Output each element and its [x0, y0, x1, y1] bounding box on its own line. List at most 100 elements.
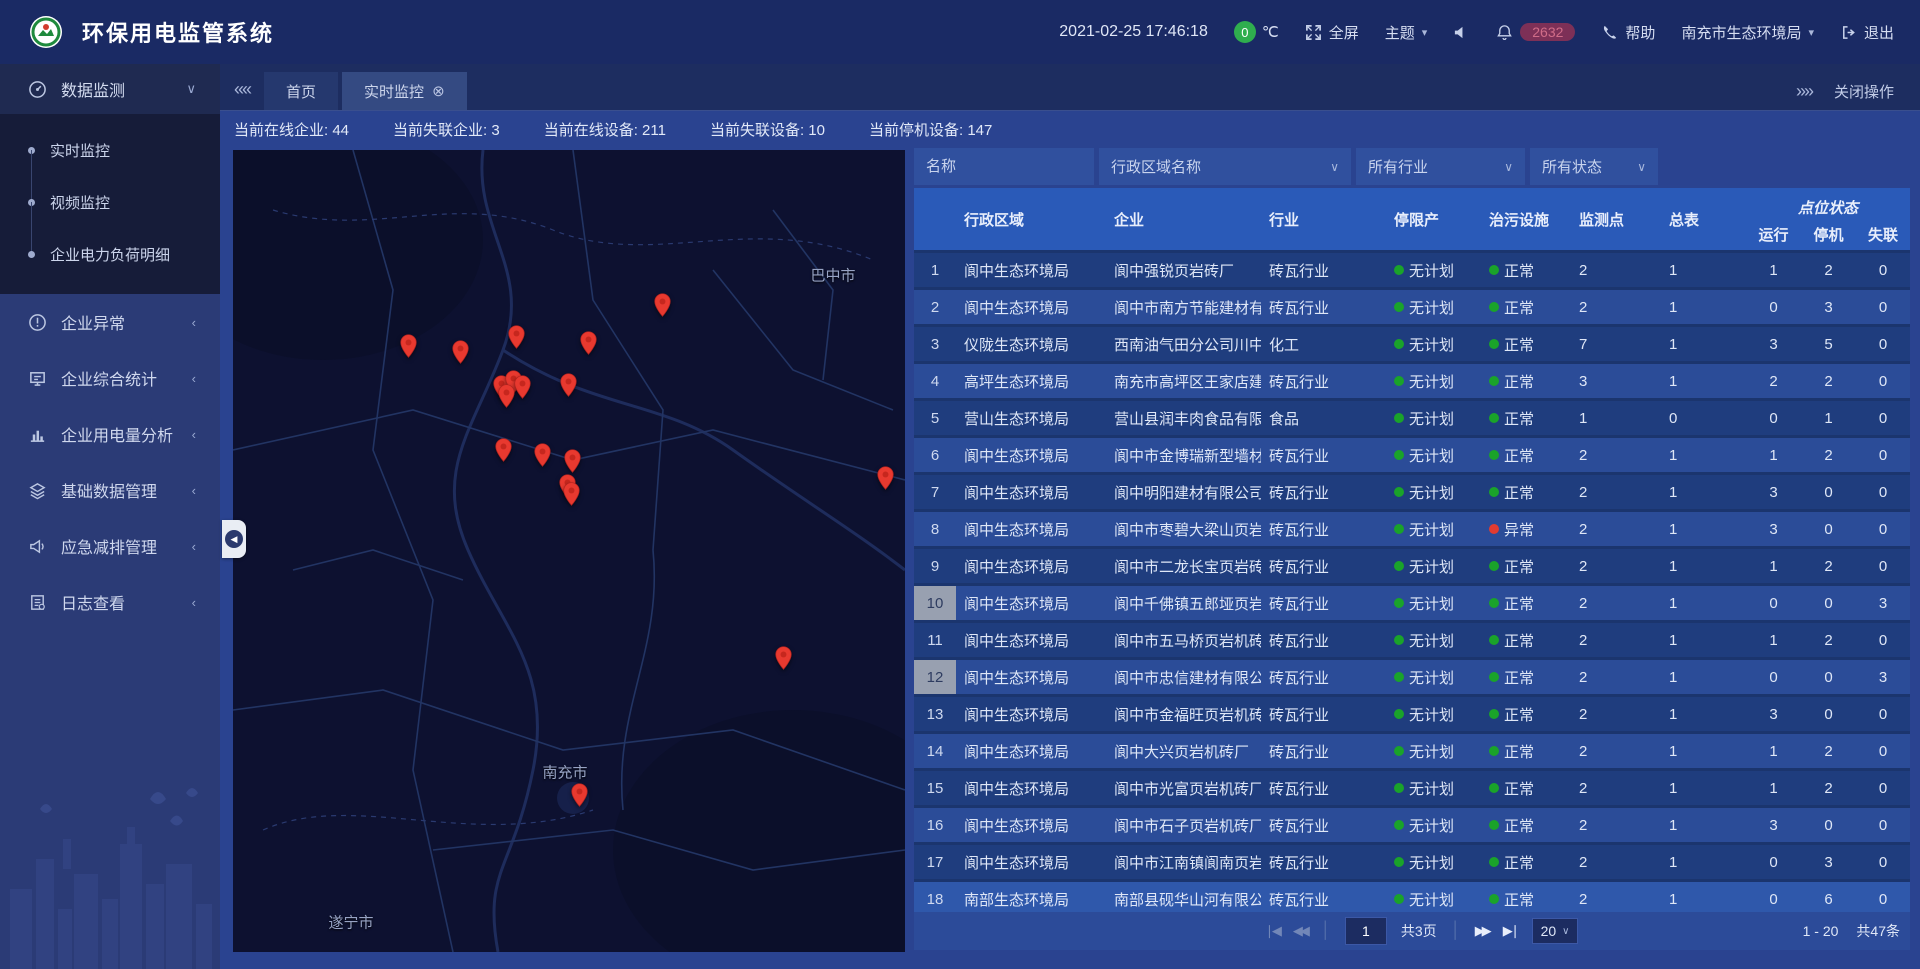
map-pin[interactable]: [508, 325, 525, 349]
map-pin[interactable]: [452, 340, 469, 364]
cell-stop: 0: [1801, 808, 1856, 842]
cell-meter: 1: [1661, 623, 1746, 657]
sidebar-item-数据监测[interactable]: 数据监测∨: [0, 64, 220, 114]
table-row[interactable]: 10阆中生态环境局阆中千佛镇五郎垭页岩砖瓦行业无计划正常21003: [914, 586, 1910, 623]
table-row[interactable]: 15阆中生态环境局阆中市光富页岩机砖厂砖瓦行业无计划正常21120: [914, 771, 1910, 808]
cell-treatment: 正常: [1481, 623, 1571, 657]
cell-company: 南充市高坪区王家店建: [1106, 364, 1261, 398]
cell-points: 2: [1571, 290, 1661, 324]
map-pin[interactable]: [564, 449, 581, 473]
tab-实时监控[interactable]: 实时监控⊗: [342, 72, 467, 110]
table-row[interactable]: 11阆中生态环境局阆中市五马桥页岩机砖砖瓦行业无计划正常21120: [914, 623, 1910, 660]
cell-company: 阆中市五马桥页岩机砖: [1106, 623, 1261, 657]
sidebar-collapse-handle[interactable]: ◀: [222, 520, 246, 558]
fullscreen-button[interactable]: 全屏: [1305, 22, 1359, 43]
sidebar-item-企业异常[interactable]: 企业异常‹: [0, 294, 220, 350]
cell-run: 1: [1746, 549, 1801, 583]
map-pin[interactable]: [534, 443, 551, 467]
cell-industry: 砖瓦行业: [1261, 549, 1386, 583]
chevron-left-icon: ‹: [192, 371, 196, 386]
map-pin[interactable]: [580, 331, 597, 355]
name-filter-input[interactable]: [914, 148, 1094, 185]
row-index: 4: [914, 364, 956, 398]
map-pin[interactable]: [498, 384, 515, 408]
map-pin[interactable]: [563, 482, 580, 506]
cell-region: 营山生态环境局: [956, 401, 1106, 435]
table-row[interactable]: 7阆中生态环境局阆中明阳建材有限公司砖瓦行业无计划正常21300: [914, 475, 1910, 512]
cell-limit-label: 无计划: [1409, 408, 1454, 429]
table-row[interactable]: 3仪陇生态环境局西南油气田分公司川中化工无计划正常71350: [914, 327, 1910, 364]
cell-points: 1: [1571, 401, 1661, 435]
table-row[interactable]: 4高坪生态环境局南充市高坪区王家店建砖瓦行业无计划正常31220: [914, 364, 1910, 401]
submenu-item-视频监控[interactable]: 视频监控: [0, 176, 220, 228]
table-row[interactable]: 6阆中生态环境局阆中市金博瑞新型墙材砖瓦行业无计划正常21120: [914, 438, 1910, 475]
bell-icon: [1496, 24, 1513, 41]
last-page-button[interactable]: ▶❘: [1503, 923, 1518, 939]
map-pin[interactable]: [514, 375, 531, 399]
cell-region: 高坪生态环境局: [956, 364, 1106, 398]
map-pin[interactable]: [571, 783, 588, 807]
status-dot-icon: [1489, 339, 1499, 349]
map-pin[interactable]: [877, 466, 894, 490]
next-page-button[interactable]: ▶▶: [1475, 923, 1489, 939]
prev-page-button[interactable]: ◀◀: [1293, 923, 1307, 939]
org-dropdown[interactable]: 南充市生态环境局▾: [1681, 22, 1814, 43]
status-dot-icon: [1394, 783, 1404, 793]
page-number-input[interactable]: [1345, 917, 1387, 945]
page-size-select[interactable]: 20∨: [1532, 918, 1579, 944]
city-skyline-decoration: [0, 769, 220, 969]
status-filter-select[interactable]: 所有状态∨: [1530, 148, 1658, 185]
tabs-scroll-left-button[interactable]: ««: [234, 79, 250, 100]
cell-company: 阆中市金博瑞新型墙材: [1106, 438, 1261, 472]
table-row[interactable]: 1阆中生态环境局阆中强锐页岩砖厂砖瓦行业无计划正常21120: [914, 253, 1910, 290]
map-pin[interactable]: [400, 334, 417, 358]
sidebar-item-日志查看[interactable]: 日志查看‹: [0, 574, 220, 630]
table-row[interactable]: 13阆中生态环境局阆中市金福旺页岩机砖砖瓦行业无计划正常21300: [914, 697, 1910, 734]
cell-limit-label: 无计划: [1409, 778, 1454, 799]
cell-stop: 1: [1801, 401, 1856, 435]
theme-dropdown[interactable]: 主题▾: [1385, 22, 1428, 43]
map-pin[interactable]: [560, 373, 577, 397]
tabs-scroll-right-button[interactable]: »»: [1796, 81, 1812, 102]
logout-button[interactable]: 退出: [1840, 22, 1894, 43]
tab-首页[interactable]: 首页: [264, 72, 338, 110]
sidebar-item-企业用电量分析[interactable]: 企业用电量分析‹: [0, 406, 220, 462]
temperature-unit: ℃: [1262, 23, 1279, 41]
sidebar-item-基础数据管理[interactable]: 基础数据管理‹: [0, 462, 220, 518]
cell-industry: 砖瓦行业: [1261, 697, 1386, 731]
first-page-button[interactable]: ❘◀: [1264, 923, 1279, 939]
submenu-item-实时监控[interactable]: 实时监控: [0, 124, 220, 176]
table-row[interactable]: 14阆中生态环境局阆中大兴页岩机砖厂砖瓦行业无计划正常21120: [914, 734, 1910, 771]
close-operations-button[interactable]: 关闭操作: [1834, 81, 1894, 102]
table-row[interactable]: 16阆中生态环境局阆中市石子页岩机砖厂砖瓦行业无计划正常21300: [914, 808, 1910, 845]
table-row[interactable]: 2阆中生态环境局阆中市南方节能建材有砖瓦行业无计划正常21030: [914, 290, 1910, 327]
submenu-item-企业电力负荷明细[interactable]: 企业电力负荷明细: [0, 228, 220, 280]
sidebar-item-企业综合统计[interactable]: 企业综合统计‹: [0, 350, 220, 406]
map-pin[interactable]: [654, 293, 671, 317]
status-dot-icon: [1489, 635, 1499, 645]
table-row[interactable]: 8阆中生态环境局阆中市枣碧大梁山页岩砖瓦行业无计划异常21300: [914, 512, 1910, 549]
chart-icon: [28, 425, 47, 444]
notifications-button[interactable]: 2632: [1496, 23, 1575, 41]
table-row[interactable]: 9阆中生态环境局阆中市二龙长宝页岩砖砖瓦行业无计划正常21120: [914, 549, 1910, 586]
col-header-limit: 停限产: [1386, 188, 1481, 250]
industry-filter-select[interactable]: 所有行业∨: [1356, 148, 1525, 185]
table-row[interactable]: 5营山生态环境局营山县润丰肉食品有限食品无计划正常10010: [914, 401, 1910, 438]
cell-points: 2: [1571, 697, 1661, 731]
cell-stop: 0: [1801, 697, 1856, 731]
mute-button[interactable]: [1453, 24, 1470, 41]
map-panel[interactable]: 巴中市南充市遂宁市: [233, 150, 905, 952]
table-row[interactable]: 18南部生态环境局南部县砚华山河有限公砖瓦行业无计划正常21060: [914, 882, 1910, 912]
map-pin[interactable]: [775, 646, 792, 670]
help-button[interactable]: 帮助: [1601, 22, 1655, 43]
region-filter-select[interactable]: 行政区域名称∨: [1099, 148, 1351, 185]
table-row[interactable]: 12阆中生态环境局阆中市忠信建材有限公砖瓦行业无计划正常21003: [914, 660, 1910, 697]
table-row[interactable]: 17阆中生态环境局阆中市江南镇阆南页岩砖瓦行业无计划正常21030: [914, 845, 1910, 882]
close-icon[interactable]: ⊗: [432, 82, 445, 100]
cell-treatment-label: 正常: [1504, 778, 1534, 799]
cell-treatment: 正常: [1481, 882, 1571, 912]
sidebar-item-应急减排管理[interactable]: 应急减排管理‹: [0, 518, 220, 574]
map-pin[interactable]: [495, 438, 512, 462]
cell-limit: 无计划: [1386, 882, 1481, 912]
row-index: 10: [914, 586, 956, 620]
